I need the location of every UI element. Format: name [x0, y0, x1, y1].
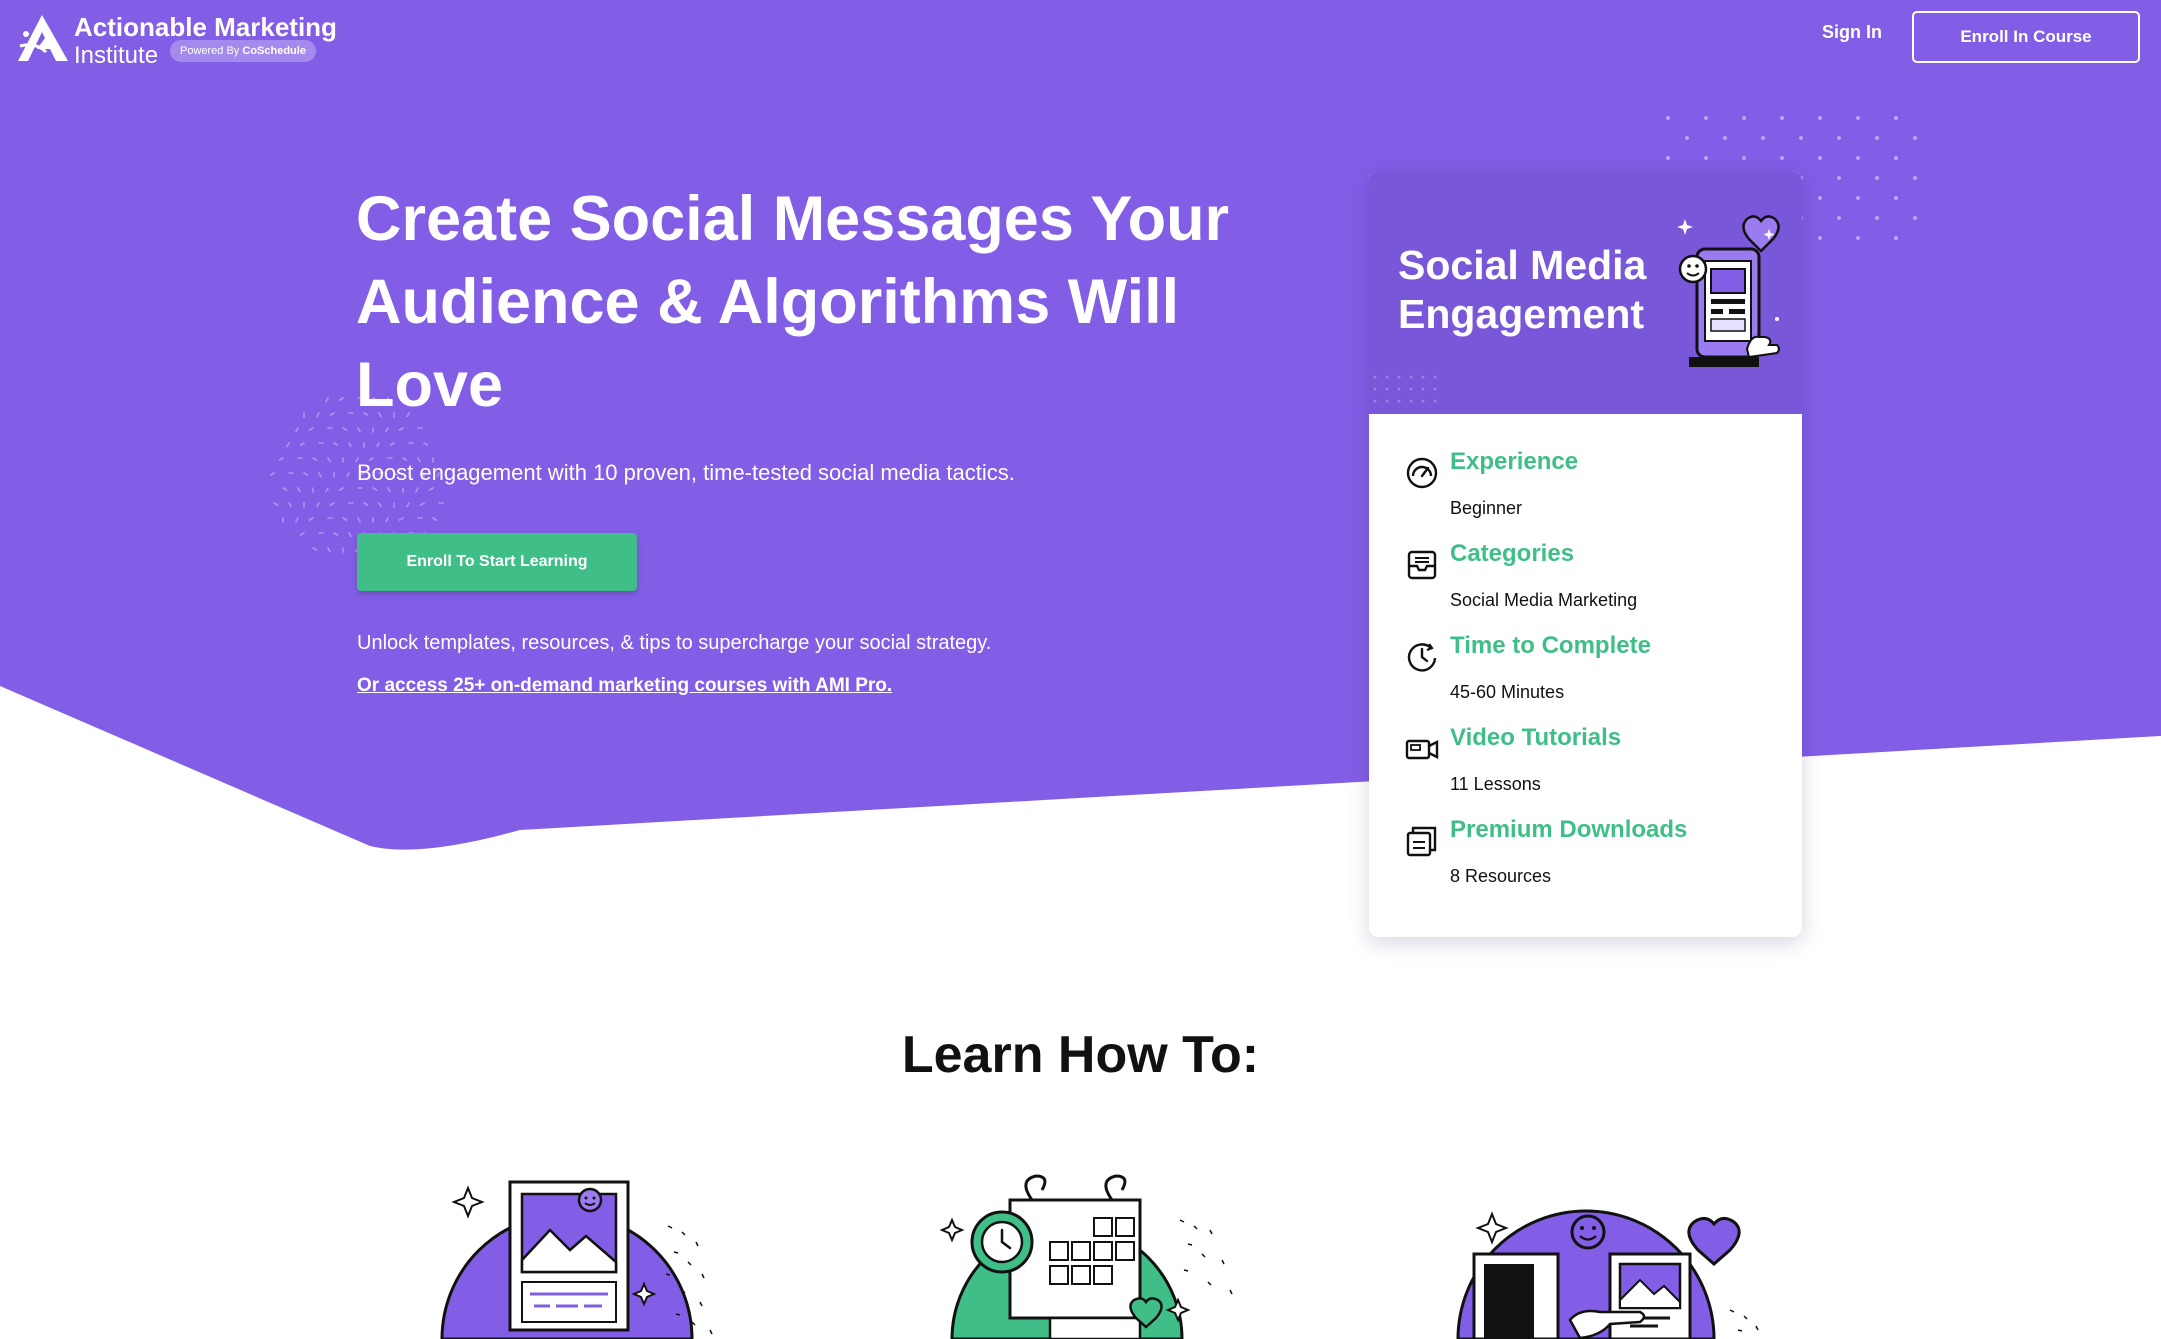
downloads-icon — [1406, 826, 1437, 857]
engagement-illustration — [1456, 1209, 1759, 1339]
social-post-illustration — [440, 1180, 713, 1339]
info-label: Video Tutorials — [1450, 724, 1622, 751]
info-value: 8 Resources — [1450, 866, 1552, 886]
inbox-tray-icon — [1407, 550, 1437, 580]
course-info-card: Social Media Engagement Experience Begin… — [1369, 171, 1802, 937]
card-dot-texture — [1373, 375, 1437, 403]
learn-section-title: Learn How To: — [901, 1026, 1260, 1084]
hero-title: Create Social Messages Your Audience & A… — [356, 184, 1230, 420]
ami-logo-icon — [18, 15, 68, 61]
info-value: Social Media Marketing — [1450, 590, 1638, 610]
course-card-title: Social Media Engagement — [1398, 242, 1647, 337]
info-label: Premium Downloads — [1450, 816, 1688, 843]
powered-by-badge: Powered By CoSchedule — [170, 40, 316, 62]
powered-by-brand: CoSchedule — [242, 45, 306, 57]
clock-icon — [1407, 643, 1437, 672]
course-card-header: Social Media Engagement — [1369, 171, 1802, 414]
calendar-illustration — [940, 1174, 1233, 1339]
phone-engagement-illustration — [1677, 215, 1780, 367]
enroll-to-start-learning-button[interactable]: Enroll To Start Learning — [357, 533, 637, 591]
video-camera-icon — [1405, 739, 1439, 760]
info-value: 45-60 Minutes — [1450, 682, 1565, 702]
ami-pro-link[interactable]: Or access 25+ on-demand marketing course… — [357, 675, 892, 697]
site-logo[interactable]: Actionable Marketing Institute Powered B… — [16, 10, 337, 69]
top-navigation: Actionable Marketing Institute Powered B… — [0, 0, 2161, 70]
info-value: 11 Lessons — [1450, 774, 1541, 794]
enroll-in-course-button[interactable]: Enroll In Course — [1912, 11, 2140, 63]
sign-in-link[interactable]: Sign In — [1822, 22, 1882, 43]
info-value: Beginner — [1450, 498, 1523, 518]
logo-title-line2: Institute — [74, 42, 159, 69]
info-label: Categories — [1450, 540, 1575, 567]
hero-subtitle: Boost engagement with 10 proven, time-te… — [357, 460, 1015, 485]
logo-title-line1: Actionable Marketing — [74, 12, 337, 42]
info-label: Time to Complete — [1450, 632, 1651, 659]
info-label: Experience — [1450, 448, 1579, 475]
gauge-icon — [1406, 457, 1438, 489]
unlock-text: Unlock templates, resources, & tips to s… — [357, 632, 992, 654]
powered-by-prefix: Powered By — [180, 45, 240, 57]
